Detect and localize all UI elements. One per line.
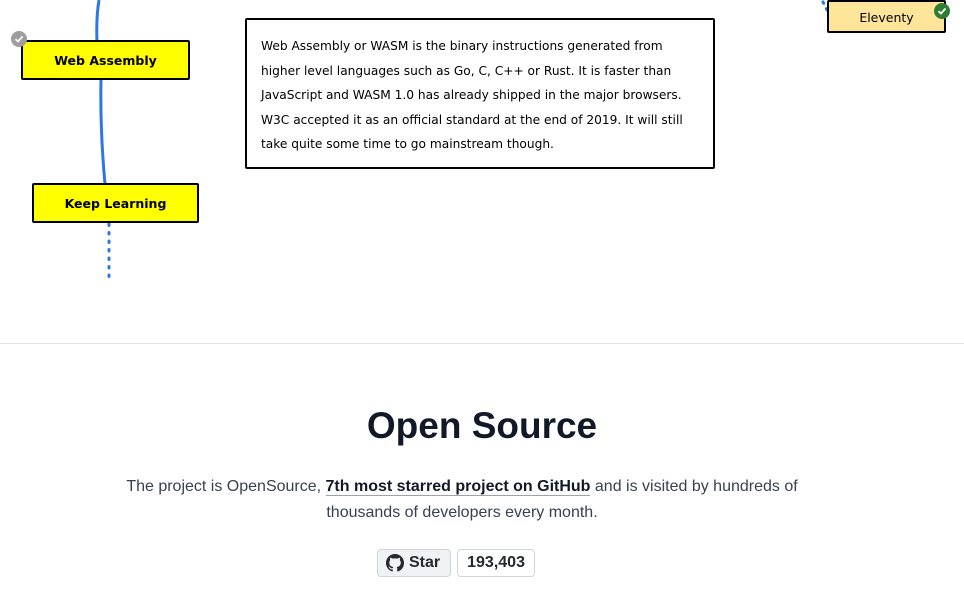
- pending-check-icon: [11, 31, 27, 47]
- section-divider: [0, 343, 964, 344]
- github-star-widget: Star 193,403: [377, 548, 535, 578]
- node-description-text: Web Assembly or WASM is the binary instr…: [261, 39, 683, 152]
- roadmap-canvas: Web Assembly Keep Learning Eleventy Web …: [0, 0, 964, 343]
- github-stars-link[interactable]: 7th most starred project on GitHub: [325, 478, 591, 496]
- node-eleventy[interactable]: Eleventy: [827, 0, 946, 33]
- done-check-icon: [934, 3, 950, 19]
- node-description-box: Web Assembly or WASM is the binary instr…: [245, 18, 715, 169]
- open-source-heading: Open Source: [366, 405, 598, 446]
- github-star-button[interactable]: Star: [377, 549, 452, 577]
- github-star-count[interactable]: 193,403: [457, 549, 535, 577]
- node-label: Keep Learning: [64, 195, 167, 211]
- connector-line: [95, 0, 101, 43]
- node-label: Eleventy: [859, 10, 914, 25]
- open-source-description: The project is OpenSource, 7th most star…: [112, 474, 812, 526]
- connector-line: [99, 78, 107, 185]
- node-label: Web Assembly: [54, 52, 157, 68]
- github-icon: [386, 554, 404, 572]
- description-prefix: The project is OpenSource,: [126, 478, 326, 495]
- star-label: Star: [409, 554, 441, 571]
- node-web-assembly[interactable]: Web Assembly: [21, 40, 190, 80]
- node-keep-learning[interactable]: Keep Learning: [32, 183, 199, 223]
